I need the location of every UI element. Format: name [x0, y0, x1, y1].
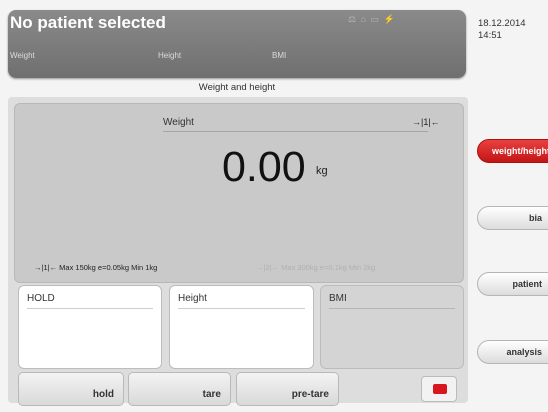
height-label: Height — [178, 293, 207, 304]
tab-weight-height-label: weight/height — [492, 146, 548, 156]
bmi-box: BMI — [320, 285, 464, 369]
weight-unit: kg — [316, 165, 328, 177]
pretare-button[interactable]: pre-tare — [236, 372, 339, 406]
header-bmi-label: BMI — [272, 51, 287, 60]
weight-divider — [163, 131, 428, 132]
header-weight-label: Weight — [10, 51, 35, 60]
status-icons: ⚖ ⌂ ▭ ⚡ — [348, 14, 396, 24]
header-height-label: Height — [158, 51, 182, 60]
height-box[interactable]: Height — [169, 285, 314, 369]
record-icon — [433, 384, 447, 394]
weight-display-panel — [14, 103, 464, 283]
tare-button[interactable]: tare — [128, 372, 231, 406]
hold-box: HOLD — [18, 285, 162, 369]
page-title: Weight and height — [198, 82, 276, 93]
weight-label: Weight — [163, 117, 194, 128]
weight-value: 0.00 — [222, 143, 306, 191]
hold-label: HOLD — [27, 293, 55, 304]
time-display: 14:51 — [478, 30, 502, 41]
range1-info: →|1|← Max 150kg e=0.05kg Min 1kg — [34, 263, 158, 272]
bmi-divider — [329, 308, 455, 309]
date-display: 18.12.2014 — [478, 18, 526, 29]
tare-button-label: tare — [202, 389, 221, 400]
bmi-label: BMI — [329, 293, 347, 304]
patient-title[interactable]: No patient selected — [10, 13, 166, 33]
tab-patient-label: patient — [512, 279, 542, 289]
tab-weight-height[interactable]: weight/height — [477, 139, 548, 163]
range2-info: →|2|← Max 300kg e=0.1kg Min 2kg — [256, 263, 376, 272]
height-divider — [178, 308, 305, 309]
range-indicator: →|1|← — [412, 117, 440, 127]
tab-bia-label: bia — [528, 213, 542, 223]
tab-analysis-label: analysis — [506, 347, 542, 357]
record-button[interactable] — [421, 376, 457, 402]
tab-analysis[interactable]: analysis — [477, 340, 548, 364]
tab-patient[interactable]: patient — [477, 272, 548, 296]
hold-divider — [27, 308, 153, 309]
hold-button-label: hold — [92, 389, 114, 400]
hold-button[interactable]: hold — [18, 372, 124, 406]
pretare-button-label: pre-tare — [291, 389, 329, 400]
tab-bia[interactable]: bia — [477, 206, 548, 230]
